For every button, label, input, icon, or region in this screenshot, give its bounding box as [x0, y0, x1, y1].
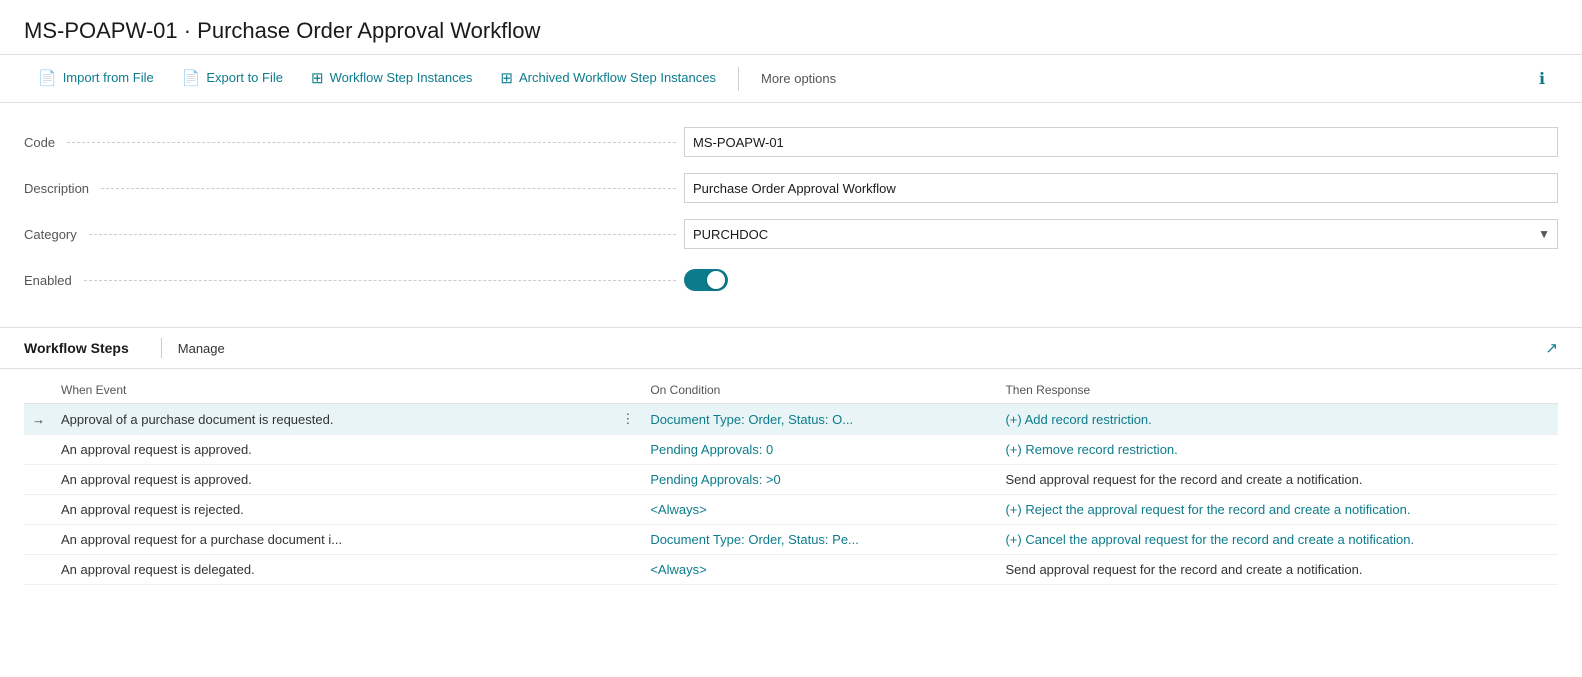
- table-row: An approval request is approved. Pending …: [24, 435, 1558, 465]
- row-when-event: An approval request for a purchase docum…: [53, 525, 613, 555]
- description-input[interactable]: [684, 173, 1558, 203]
- row-arrow: [24, 555, 53, 585]
- row-on-condition[interactable]: Pending Approvals: >0: [642, 465, 997, 495]
- workflow-steps-header: Workflow Steps Manage ↗: [0, 328, 1582, 369]
- row-then-response: Send approval request for the record and…: [997, 555, 1558, 585]
- row-context-menu-button: [613, 435, 642, 465]
- category-select-wrap: PURCHDOC ▼: [684, 219, 1558, 249]
- row-when-event: An approval request is rejected.: [53, 495, 613, 525]
- steps-divider: [161, 338, 162, 358]
- enabled-label: Enabled: [24, 273, 684, 288]
- category-select[interactable]: PURCHDOC: [684, 219, 1558, 249]
- page-header: MS-POAPW-01 · Purchase Order Approval Wo…: [0, 0, 1582, 55]
- row-on-condition[interactable]: Document Type: Order, Status: Pe...: [642, 525, 997, 555]
- table-row: An approval request is rejected. <Always>…: [24, 495, 1558, 525]
- row-when-event: An approval request is approved.: [53, 435, 613, 465]
- workflow-steps-table-wrap: When Event On Condition Then Response →A…: [0, 369, 1582, 601]
- category-row: Category PURCHDOC ▼: [24, 215, 1558, 253]
- code-label: Code: [24, 135, 684, 150]
- table-row: →Approval of a purchase document is requ…: [24, 404, 1558, 435]
- code-input[interactable]: [684, 127, 1558, 157]
- row-context-menu-button[interactable]: ⋮: [613, 404, 642, 435]
- table-header-row: When Event On Condition Then Response: [24, 377, 1558, 404]
- import-icon: 📄: [38, 69, 57, 87]
- col-when-event-header: When Event: [53, 377, 613, 404]
- description-label: Description: [24, 181, 684, 196]
- row-then-response[interactable]: (+) Reject the approval request for the …: [997, 495, 1558, 525]
- form-section: Code Description Category PURCHDOC ▼ Ena…: [0, 103, 1582, 328]
- toolbar-separator: [738, 67, 739, 91]
- table-row: An approval request is delegated. <Always…: [24, 555, 1558, 585]
- archived-workflow-step-instances-button[interactable]: ⊞ Archived Workflow Step Instances: [486, 55, 730, 103]
- row-on-condition[interactable]: Pending Approvals: 0: [642, 435, 997, 465]
- row-context-menu-button: [613, 465, 642, 495]
- export-icon: 📄: [182, 69, 201, 87]
- enabled-toggle-wrap: [684, 269, 728, 291]
- row-on-condition[interactable]: <Always>: [642, 555, 997, 585]
- workflow-steps-table: When Event On Condition Then Response →A…: [24, 377, 1558, 585]
- row-then-response: Send approval request for the record and…: [997, 465, 1558, 495]
- row-arrow: [24, 435, 53, 465]
- toolbar: 📄 Import from File 📄 Export to File ⊞ Wo…: [0, 55, 1582, 103]
- row-on-condition[interactable]: <Always>: [642, 495, 997, 525]
- workflow-step-instances-button[interactable]: ⊞ Workflow Step Instances: [297, 55, 486, 103]
- row-then-response[interactable]: (+) Add record restriction.: [997, 404, 1558, 435]
- row-arrow: [24, 525, 53, 555]
- row-when-event: An approval request is delegated.: [53, 555, 613, 585]
- row-then-response[interactable]: (+) Cancel the approval request for the …: [997, 525, 1558, 555]
- row-arrow: [24, 465, 53, 495]
- row-context-menu-button: [613, 495, 642, 525]
- col-dots-header: [613, 377, 642, 404]
- table-icon-2: ⊞: [500, 69, 513, 87]
- enabled-row: Enabled: [24, 261, 1558, 299]
- row-arrow: [24, 495, 53, 525]
- manage-button[interactable]: Manage: [178, 341, 225, 356]
- table-row: An approval request for a purchase docum…: [24, 525, 1558, 555]
- table-icon-1: ⊞: [311, 69, 324, 87]
- col-on-condition-header: On Condition: [642, 377, 997, 404]
- col-then-response-header: Then Response: [997, 377, 1558, 404]
- description-row: Description: [24, 169, 1558, 207]
- expand-icon[interactable]: ↗: [1545, 339, 1558, 357]
- row-on-condition[interactable]: Document Type: Order, Status: O...: [642, 404, 997, 435]
- export-to-file-button[interactable]: 📄 Export to File: [168, 55, 297, 103]
- row-when-event: An approval request is approved.: [53, 465, 613, 495]
- row-when-event: Approval of a purchase document is reque…: [53, 404, 613, 435]
- page-title: MS-POAPW-01 · Purchase Order Approval Wo…: [24, 18, 1558, 44]
- table-body: →Approval of a purchase document is requ…: [24, 404, 1558, 585]
- row-context-menu-button: [613, 525, 642, 555]
- category-label: Category: [24, 227, 684, 242]
- code-row: Code: [24, 123, 1558, 161]
- row-context-menu-button: [613, 555, 642, 585]
- col-arrow-header: [24, 377, 53, 404]
- info-button[interactable]: ℹ: [1526, 63, 1558, 95]
- table-row: An approval request is approved. Pending …: [24, 465, 1558, 495]
- row-then-response[interactable]: (+) Remove record restriction.: [997, 435, 1558, 465]
- toggle-knob: [707, 271, 725, 289]
- enabled-toggle[interactable]: [684, 269, 728, 291]
- workflow-steps-title: Workflow Steps: [24, 340, 145, 356]
- row-arrow: →: [24, 404, 53, 435]
- import-from-file-button[interactable]: 📄 Import from File: [24, 55, 168, 103]
- more-options-button[interactable]: More options: [747, 55, 850, 103]
